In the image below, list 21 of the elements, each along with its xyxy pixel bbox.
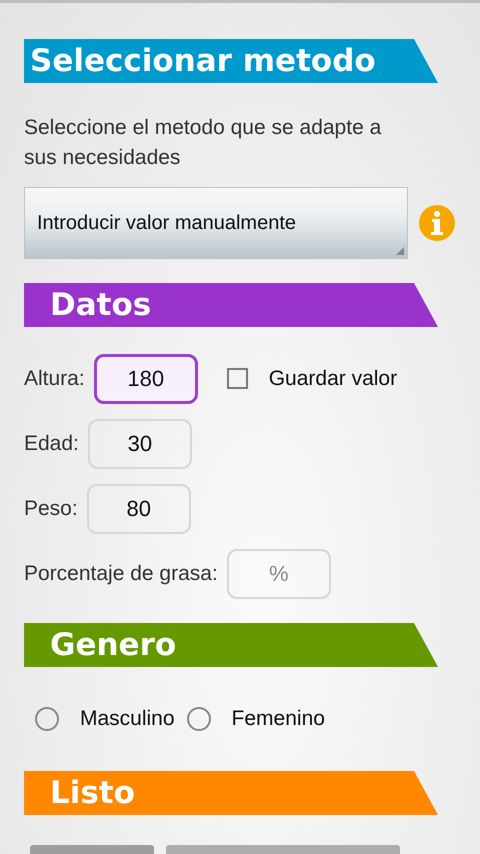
field-label: Porcentaje de grasa: [24,562,218,586]
field-label: Peso: [24,496,78,520]
field-label: Edad: [24,432,79,456]
section-title: Seleccionar metodo [30,46,376,76]
radio-button[interactable] [186,707,211,731]
checkbox[interactable] [226,368,248,389]
input-field[interactable]: 180 [94,354,198,404]
section-title: Datos [49,290,152,320]
checkbox-label: Guardar valor [268,366,398,390]
input-field[interactable]: 30 [88,418,192,468]
field-label: Altura: [24,366,85,390]
input-field[interactable]: % [226,548,331,598]
input-field[interactable]: 80 [86,484,191,534]
section-title: Listo [49,778,135,808]
radio-button[interactable] [35,707,59,731]
method-dropdown[interactable]: Introducir valor manualmente [24,187,408,259]
info-icon[interactable] [418,204,456,242]
radio-label: Masculino [80,707,175,731]
section-title: Genero [49,630,176,660]
radio-label: Femenino [232,707,325,731]
description-text: Seleccione el metodo que se adapte a sus necesidades [24,115,382,171]
